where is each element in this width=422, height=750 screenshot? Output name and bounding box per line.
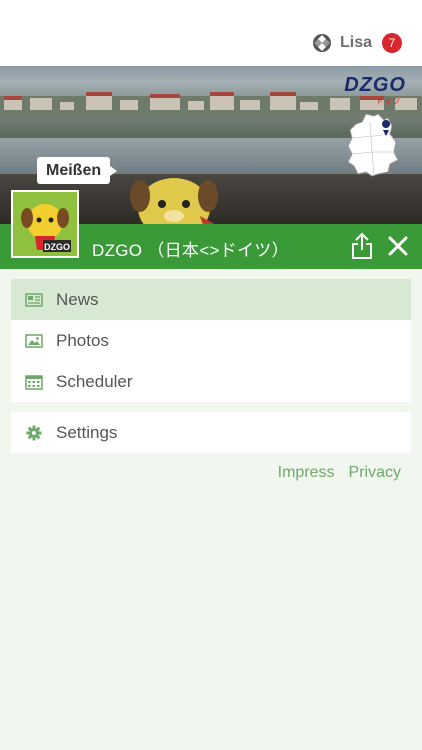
group-avatar[interactable]: DZGO — [11, 190, 79, 258]
group-title: DZGO （日本<>ドイツ） — [92, 241, 289, 260]
privacy-link[interactable]: Privacy — [349, 464, 401, 482]
menu-item-photos[interactable]: Photos — [11, 320, 411, 361]
footer-links: Impress Privacy — [264, 464, 401, 482]
dzgo-logo: DZGO — [344, 74, 406, 96]
user-name: Lisa — [339, 34, 372, 51]
close-icon[interactable] — [386, 234, 410, 258]
image-icon — [25, 333, 43, 348]
menu-label-photos: Photos — [56, 330, 109, 350]
mascot-plush-image — [130, 178, 218, 224]
main-menu: News Photos Scheduler — [11, 279, 411, 402]
notification-badge[interactable]: 7 — [382, 33, 402, 53]
user-profile[interactable]: Lisa 7 — [312, 33, 402, 53]
calendar-icon — [25, 374, 43, 390]
settings-menu: Settings — [11, 412, 411, 453]
impress-link[interactable]: Impress — [278, 464, 335, 482]
menu-item-settings[interactable]: Settings — [11, 412, 411, 453]
menu-item-scheduler[interactable]: Scheduler — [11, 361, 411, 402]
place-label: Meißen — [37, 157, 118, 184]
mascot-avatar-icon: DZGO — [13, 192, 77, 256]
menu-item-news[interactable]: News — [11, 279, 411, 320]
menu-label-settings: Settings — [56, 422, 118, 442]
gear-icon — [26, 425, 42, 440]
avatar-logo-text: DZGO — [44, 242, 70, 252]
menu-label-news: News — [56, 289, 99, 309]
dzgo-logo-sub: ドイツ — [376, 97, 400, 106]
top-bar: Lisa 7 — [0, 0, 422, 66]
user-status-icon — [312, 34, 331, 52]
share-icon[interactable] — [350, 232, 374, 260]
newspaper-icon — [25, 292, 43, 307]
menu-label-scheduler: Scheduler — [56, 371, 133, 391]
germany-map-icon — [347, 113, 399, 177]
